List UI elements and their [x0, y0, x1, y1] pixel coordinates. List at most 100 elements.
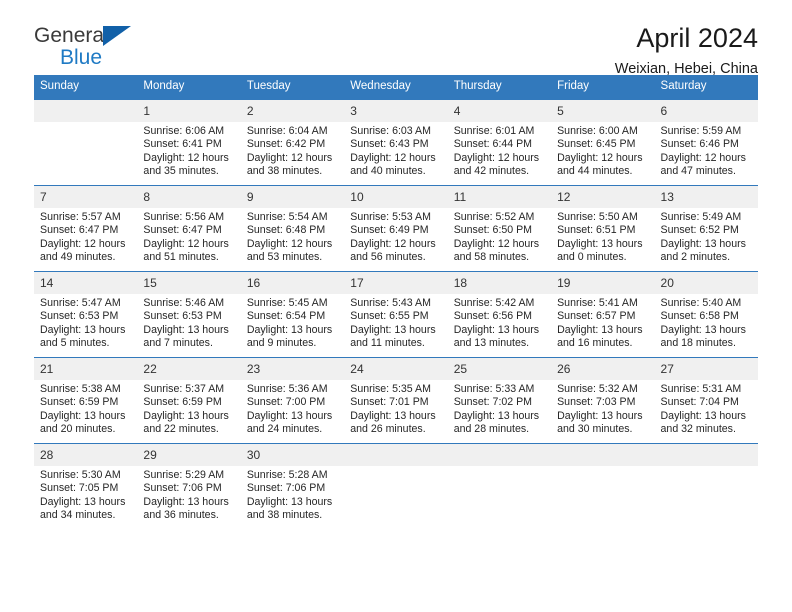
calendar-day-cell[interactable]: 13 Sunrise: 5:49 AM Sunset: 6:52 PM Dayligh… — [654, 185, 758, 272]
calendar-day-cell[interactable]: 12 Sunrise: 5:50 AM Sunset: 6:51 PM Dayligh… — [551, 185, 655, 272]
day-info-line: and 26 minutes. — [350, 422, 426, 435]
calendar-day-cell[interactable]: 19 Sunrise: 5:41 AM Sunset: 6:57 PM Dayligh… — [551, 271, 655, 358]
day-number: 12 — [551, 186, 655, 208]
calendar-day-cell[interactable]: 20 Sunrise: 5:40 AM Sunset: 6:58 PM Dayligh… — [654, 271, 758, 358]
day-info-line: Daylight: 13 hours — [143, 495, 229, 508]
day-info-line: and 44 minutes. — [557, 164, 633, 177]
day-info-line: Daylight: 13 hours — [40, 409, 126, 422]
calendar-day-cell[interactable]: 22 Sunrise: 5:37 AM Sunset: 6:59 PM Dayligh… — [137, 357, 241, 444]
day-sun-info: Sunrise: 5:47 AM Sunset: 6:53 PM Daylight:… — [34, 294, 137, 350]
calendar-day-cell[interactable]: 5 Sunrise: 6:00 AM Sunset: 6:45 PM Daylight… — [551, 99, 655, 186]
day-info-line: and 16 minutes. — [557, 336, 633, 349]
day-sun-info: Sunrise: 5:33 AM Sunset: 7:02 PM Daylight:… — [448, 380, 551, 436]
day-info-line: Sunset: 6:48 PM — [246, 224, 326, 237]
day-info-line: Sunrise: 5:59 AM — [660, 125, 742, 137]
calendar-day-cell[interactable]: 10 Sunrise: 5:53 AM Sunset: 6:49 PM Dayligh… — [344, 185, 448, 272]
calendar-day-cell[interactable]: 7 Sunrise: 5:57 AM Sunset: 6:47 PM Daylight… — [34, 185, 138, 272]
day-info-line: Sunrise: 5:43 AM — [350, 297, 431, 309]
day-info-line: Sunset: 6:47 PM — [143, 224, 222, 237]
day-sun-info: Sunrise: 5:29 AM Sunset: 7:06 PM Daylight:… — [137, 466, 240, 522]
calendar-day-cell[interactable]: 6 Sunrise: 5:59 AM Sunset: 6:46 PM Daylight… — [654, 99, 758, 186]
calendar-day-cell[interactable]: 14 Sunrise: 5:47 AM Sunset: 6:53 PM Dayligh… — [34, 271, 138, 358]
day-sun-info: Sunrise: 5:45 AM Sunset: 6:54 PM Daylight:… — [241, 294, 344, 350]
day-sun-info: Sunrise: 6:06 AM Sunset: 6:41 PM Daylight:… — [137, 122, 240, 178]
title-block: April 2024 Weixian, Hebei, China — [615, 22, 758, 79]
calendar-day-cell[interactable]: 18 Sunrise: 5:42 AM Sunset: 6:56 PM Dayligh… — [447, 271, 552, 358]
day-info-line: and 40 minutes. — [350, 164, 426, 177]
day-info-line: Sunset: 7:06 PM — [143, 482, 222, 495]
day-number: 3 — [344, 100, 448, 122]
day-number: 13 — [654, 186, 758, 208]
day-info-line: Daylight: 13 hours — [40, 323, 126, 336]
day-number — [344, 444, 448, 466]
day-info-line: Daylight: 13 hours — [143, 409, 229, 422]
day-info-line: Sunset: 6:41 PM — [143, 138, 222, 151]
calendar-day-cell[interactable]: 26 Sunrise: 5:32 AM Sunset: 7:03 PM Dayligh… — [551, 357, 655, 444]
calendar-body: 1 Sunrise: 6:06 AM Sunset: 6:41 PM Daylight… — [34, 99, 758, 530]
calendar-day-cell[interactable]: 25 Sunrise: 5:33 AM Sunset: 7:02 PM Dayligh… — [447, 357, 552, 444]
day-info-line: Sunrise: 5:57 AM — [40, 211, 121, 223]
day-sun-info: Sunrise: 6:01 AM Sunset: 6:44 PM Daylight:… — [448, 122, 551, 178]
day-info-line: Sunrise: 5:29 AM — [143, 469, 225, 481]
calendar-day-cell[interactable]: 3 Sunrise: 6:03 AM Sunset: 6:43 PM Daylight… — [344, 99, 448, 186]
day-sun-info: Sunrise: 5:46 AM Sunset: 6:53 PM Daylight:… — [137, 294, 240, 350]
day-sun-info: Sunrise: 5:31 AM Sunset: 7:04 PM Daylight:… — [655, 380, 758, 436]
calendar-empty-cell — [654, 443, 758, 530]
day-number: 15 — [137, 272, 241, 294]
day-number: 30 — [240, 444, 345, 466]
day-info-line: Daylight: 12 hours — [453, 151, 540, 164]
calendar-day-cell[interactable]: 8 Sunrise: 5:56 AM Sunset: 6:47 PM Daylight… — [137, 185, 241, 272]
calendar-day-cell[interactable]: 21 Sunrise: 5:38 AM Sunset: 6:59 PM Dayligh… — [34, 357, 138, 444]
calendar-day-cell[interactable]: 27 Sunrise: 5:31 AM Sunset: 7:04 PM Dayligh… — [654, 357, 758, 444]
day-info-line: Sunrise: 6:03 AM — [350, 125, 431, 137]
day-info-line: Sunset: 6:46 PM — [660, 138, 739, 151]
calendar-empty-cell — [447, 443, 552, 530]
calendar-day-cell[interactable]: 24 Sunrise: 5:35 AM Sunset: 7:01 PM Dayligh… — [344, 357, 448, 444]
day-sun-info: Sunrise: 5:49 AM Sunset: 6:52 PM Daylight:… — [655, 208, 758, 264]
day-sun-info: Sunrise: 5:42 AM Sunset: 6:56 PM Daylight:… — [448, 294, 551, 350]
day-info-line: Sunset: 6:42 PM — [246, 138, 326, 151]
day-info-line: Sunrise: 5:52 AM — [453, 211, 535, 223]
calendar-day-cell[interactable]: 16 Sunrise: 5:45 AM Sunset: 6:54 PM Dayligh… — [240, 271, 345, 358]
day-info-line: and 56 minutes. — [350, 250, 426, 263]
day-info-line: Daylight: 13 hours — [660, 237, 746, 250]
calendar-day-cell[interactable]: 28 Sunrise: 5:30 AM Sunset: 7:05 PM Dayligh… — [34, 443, 138, 530]
day-info-line: Sunset: 7:04 PM — [660, 396, 739, 409]
day-info-line: Sunrise: 5:36 AM — [246, 383, 328, 395]
calendar-week-row: 28 Sunrise: 5:30 AM Sunset: 7:05 PM Dayligh… — [34, 443, 758, 530]
day-info-line: Sunset: 7:05 PM — [40, 482, 119, 495]
day-number: 21 — [34, 358, 138, 380]
day-info-line: Sunrise: 5:47 AM — [40, 297, 121, 309]
day-info-line: Daylight: 13 hours — [143, 323, 229, 336]
calendar-day-cell[interactable]: 23 Sunrise: 5:36 AM Sunset: 7:00 PM Dayligh… — [240, 357, 345, 444]
day-number — [447, 444, 552, 466]
calendar-day-cell[interactable]: 29 Sunrise: 5:29 AM Sunset: 7:06 PM Dayligh… — [137, 443, 241, 530]
weekday-header-monday: Monday — [137, 75, 241, 100]
calendar-day-cell[interactable]: 30 Sunrise: 5:28 AM Sunset: 7:06 PM Dayligh… — [240, 443, 345, 530]
calendar-day-cell[interactable]: 9 Sunrise: 5:54 AM Sunset: 6:48 PM Daylight… — [240, 185, 345, 272]
day-number: 10 — [344, 186, 448, 208]
calendar-day-cell[interactable]: 17 Sunrise: 5:43 AM Sunset: 6:55 PM Dayligh… — [344, 271, 448, 358]
day-sun-info: Sunrise: 5:57 AM Sunset: 6:47 PM Daylight:… — [34, 208, 137, 264]
calendar-day-cell[interactable]: 4 Sunrise: 6:01 AM Sunset: 6:44 PM Daylight… — [447, 99, 552, 186]
day-info-line: Sunset: 6:51 PM — [557, 224, 636, 237]
calendar-day-cell[interactable]: 1 Sunrise: 6:06 AM Sunset: 6:41 PM Daylight… — [137, 99, 241, 186]
day-sun-info: Sunrise: 6:03 AM Sunset: 6:43 PM Daylight:… — [344, 122, 447, 178]
calendar-empty-cell — [34, 99, 138, 186]
day-sun-info: Sunrise: 5:50 AM Sunset: 6:51 PM Daylight:… — [551, 208, 654, 264]
day-info-line: Daylight: 13 hours — [660, 409, 746, 422]
day-info-line: Daylight: 12 hours — [660, 151, 746, 164]
day-info-line: Sunset: 6:45 PM — [557, 138, 636, 151]
calendar-week-row: 7 Sunrise: 5:57 AM Sunset: 6:47 PM Daylight… — [34, 185, 758, 272]
calendar-day-cell[interactable]: 2 Sunrise: 6:04 AM Sunset: 6:42 PM Daylight… — [240, 99, 345, 186]
logo-triangle-icon — [103, 26, 131, 46]
calendar-day-cell[interactable]: 15 Sunrise: 5:46 AM Sunset: 6:53 PM Dayligh… — [137, 271, 241, 358]
day-info-line: Daylight: 13 hours — [246, 409, 333, 422]
day-info-line: Sunrise: 5:41 AM — [557, 297, 638, 309]
calendar-day-cell[interactable]: 11 Sunrise: 5:52 AM Sunset: 6:50 PM Dayligh… — [447, 185, 552, 272]
day-info-line: Sunset: 6:54 PM — [246, 310, 326, 323]
day-number — [654, 444, 758, 466]
weekday-header-sunday: Sunday — [34, 75, 138, 100]
day-info-line: Daylight: 13 hours — [246, 323, 333, 336]
day-info-line: Sunrise: 5:50 AM — [557, 211, 638, 223]
